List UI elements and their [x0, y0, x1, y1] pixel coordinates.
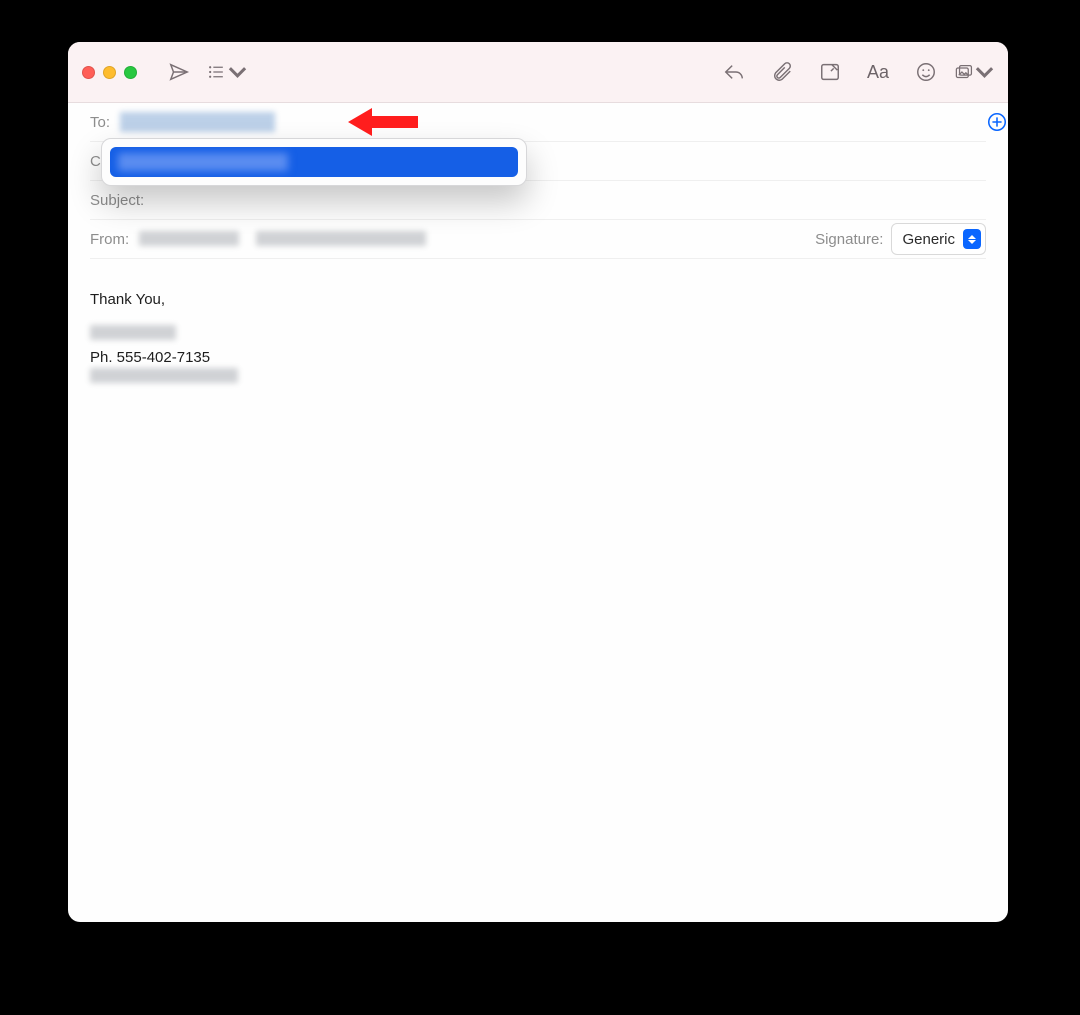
from-name-redacted — [139, 231, 239, 246]
chevron-down-icon — [975, 61, 994, 83]
attach-button[interactable] — [762, 53, 802, 91]
to-recipient-token-redacted[interactable] — [120, 112, 275, 132]
reply-arrow-icon — [723, 61, 745, 83]
autocomplete-suggestion-selected[interactable] — [110, 147, 518, 177]
subject-label: Subject: — [90, 192, 144, 209]
to-field[interactable]: To: — [90, 103, 986, 142]
signature-email-redacted — [90, 368, 238, 383]
toolbar: Aa — [68, 42, 1008, 103]
close-window-button[interactable] — [82, 66, 95, 79]
markup-button[interactable] — [810, 53, 850, 91]
paperclip-icon — [771, 61, 793, 83]
compose-window: Aa — [68, 42, 1008, 922]
signature-name-redacted — [90, 325, 176, 340]
window-controls — [82, 66, 137, 79]
from-label: From: — [90, 231, 129, 248]
paper-plane-icon — [168, 61, 190, 83]
format-text-button[interactable]: Aa — [858, 53, 898, 91]
photo-stack-icon — [954, 61, 973, 83]
add-recipient-button[interactable] — [986, 111, 1008, 133]
send-button[interactable] — [159, 53, 199, 91]
from-field[interactable]: From: Signature: Generic — [90, 220, 986, 259]
signature-phone: Ph. 555-402-7135 — [90, 347, 986, 369]
signature-select[interactable]: Generic — [891, 223, 986, 255]
subject-field[interactable]: Subject: — [90, 181, 986, 220]
list-icon — [207, 61, 226, 83]
zoom-window-button[interactable] — [124, 66, 137, 79]
recipient-autocomplete-popover — [101, 138, 527, 186]
minimize-window-button[interactable] — [103, 66, 116, 79]
from-email-redacted — [256, 231, 426, 246]
emoji-button[interactable] — [906, 53, 946, 91]
to-value[interactable] — [120, 112, 986, 132]
signature-value: Generic — [902, 231, 955, 248]
markup-icon — [819, 61, 841, 83]
fonts-icon: Aa — [867, 62, 889, 83]
message-body[interactable]: Thank You, Ph. 555-402-7135 — [68, 259, 1008, 410]
stepper-icon — [963, 229, 981, 249]
plus-circle-icon — [986, 111, 1008, 133]
signature-greeting: Thank You, — [90, 289, 986, 311]
header-options-button[interactable] — [207, 53, 247, 91]
signature-control: Signature: Generic — [815, 223, 986, 255]
emoji-icon — [915, 61, 937, 83]
from-value[interactable] — [139, 231, 805, 248]
chevron-down-icon — [228, 61, 247, 83]
signature-label: Signature: — [815, 231, 883, 248]
reply-button[interactable] — [714, 53, 754, 91]
media-browser-button[interactable] — [954, 53, 994, 91]
to-label: To: — [90, 114, 110, 131]
